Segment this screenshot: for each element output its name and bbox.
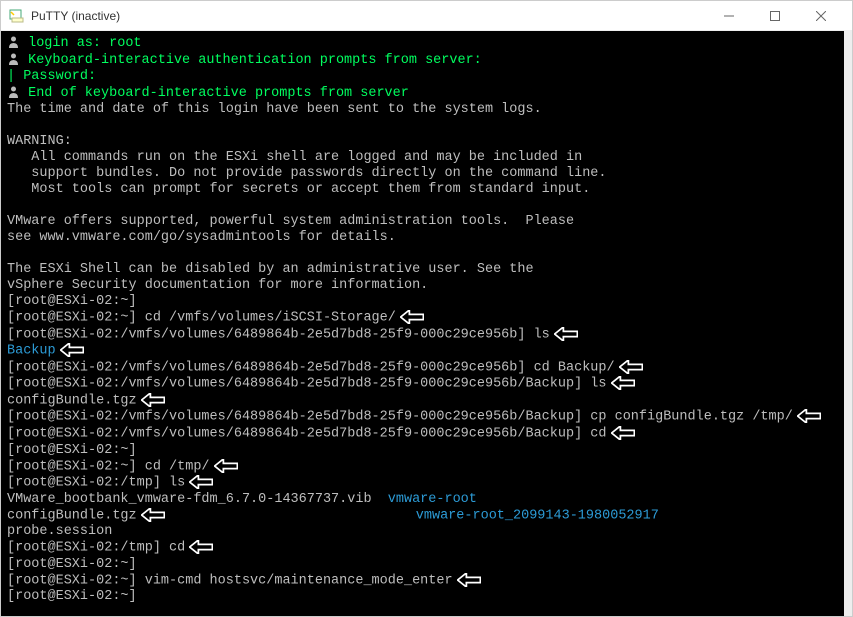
- close-button[interactable]: [798, 1, 844, 31]
- terminal-line: configBundle.tgz: [7, 393, 838, 410]
- terminal-line: [root@ESXi-02:~]: [7, 443, 838, 459]
- annotation-arrow-icon: [619, 360, 643, 374]
- terminal-text: support bundles. Do not provide password…: [7, 166, 607, 181]
- terminal-line: The ESXi Shell can be disabled by an adm…: [7, 262, 838, 278]
- terminal-line: support bundles. Do not provide password…: [7, 166, 838, 182]
- terminal-line: End of keyboard-interactive prompts from…: [7, 85, 838, 102]
- terminal-line: [root@ESXi-02:~] vim-cmd hostsvc/mainten…: [7, 573, 838, 590]
- terminal-text: [root@ESXi-02:/vmfs/volumes/6489864b-2e5…: [7, 327, 550, 342]
- user-icon: [7, 52, 20, 65]
- terminal-line: configBundle.tgz vmware-root_2099143-198…: [7, 508, 838, 525]
- terminal-text: [root@ESXi-02:/vmfs/volumes/6489864b-2e5…: [7, 410, 793, 425]
- terminal-text: probe.session: [7, 524, 112, 539]
- terminal-line: [root@ESXi-02:/vmfs/volumes/6489864b-2e5…: [7, 327, 838, 344]
- terminal-text: End of keyboard-interactive prompts from…: [20, 86, 409, 101]
- terminal-text: [165, 508, 416, 523]
- user-icon: [7, 85, 20, 98]
- annotation-arrow-icon: [554, 327, 578, 341]
- terminal-text: login as: root: [20, 36, 142, 51]
- terminal-line: [root@ESXi-02:/tmp] cd: [7, 540, 838, 557]
- terminal-area[interactable]: login as: root Keyboard-interactive auth…: [1, 31, 852, 616]
- terminal-text: [root@ESXi-02:~] vim-cmd hostsvc/mainten…: [7, 573, 453, 588]
- terminal-text: see www.vmware.com/go/sysadmintools for …: [7, 230, 396, 245]
- terminal-line: see www.vmware.com/go/sysadmintools for …: [7, 230, 838, 246]
- minimize-button[interactable]: [706, 1, 752, 31]
- terminal-text: vmware-root_2099143-1980052917: [416, 508, 659, 523]
- terminal-text: Backup: [7, 344, 56, 359]
- terminal-text: [root@ESXi-02:~]: [7, 589, 137, 604]
- terminal-text: All commands run on the ESXi shell are l…: [7, 150, 582, 165]
- annotation-arrow-icon: [457, 573, 481, 587]
- terminal-text: [root@ESXi-02:~]: [7, 443, 137, 458]
- terminal-text: VMware_bootbank_vmware-fdm_6.7.0-1436773…: [7, 492, 388, 507]
- terminal-text: configBundle.tgz: [7, 393, 137, 408]
- terminal-text: WARNING:: [7, 134, 72, 149]
- terminal-line: [root@ESXi-02:~]: [7, 557, 838, 573]
- terminal-line: [root@ESXi-02:~] cd /vmfs/volumes/iSCSI-…: [7, 310, 838, 327]
- terminal-line: VMware offers supported, powerful system…: [7, 214, 838, 230]
- terminal-line: | Password:: [7, 69, 838, 85]
- terminal-text: [root@ESXi-02:~] cd /tmp/: [7, 459, 210, 474]
- terminal-line: login as: root: [7, 35, 838, 52]
- terminal-line: [root@ESXi-02:~]: [7, 589, 838, 605]
- terminal-line: Backup: [7, 343, 838, 360]
- terminal-text: The time and date of this login have bee…: [7, 102, 542, 117]
- annotation-arrow-icon: [611, 376, 635, 390]
- terminal-line: probe.session: [7, 524, 838, 540]
- window-buttons: [706, 1, 844, 31]
- terminal-text: [root@ESXi-02:/tmp] cd: [7, 541, 185, 556]
- annotation-arrow-icon: [189, 475, 213, 489]
- terminal-line: Keyboard-interactive authentication prom…: [7, 52, 838, 69]
- user-icon: [7, 35, 20, 48]
- annotation-arrow-icon: [214, 459, 238, 473]
- terminal-line: [root@ESXi-02:/tmp] ls: [7, 475, 838, 492]
- terminal-line: vSphere Security documentation for more …: [7, 278, 838, 294]
- terminal-text: [root@ESXi-02:~]: [7, 294, 137, 309]
- terminal-line: [root@ESXi-02:/vmfs/volumes/6489864b-2e5…: [7, 360, 838, 377]
- terminal-line: The time and date of this login have bee…: [7, 102, 838, 118]
- terminal-text: [root@ESXi-02:~] cd /vmfs/volumes/iSCSI-…: [7, 311, 396, 326]
- maximize-button[interactable]: [752, 1, 798, 31]
- terminal-line: [7, 118, 838, 134]
- annotation-arrow-icon: [141, 508, 165, 522]
- annotation-arrow-icon: [60, 343, 84, 357]
- titlebar[interactable]: PuTTY (inactive): [1, 1, 852, 31]
- terminal-text: Keyboard-interactive authentication prom…: [20, 53, 482, 68]
- terminal-text: configBundle.tgz: [7, 508, 137, 523]
- terminal-line: [root@ESXi-02:/vmfs/volumes/6489864b-2e5…: [7, 409, 838, 426]
- terminal-line: VMware_bootbank_vmware-fdm_6.7.0-1436773…: [7, 492, 838, 508]
- terminal-line: [root@ESXi-02:~] cd /tmp/: [7, 459, 838, 476]
- window-title: PuTTY (inactive): [31, 9, 706, 23]
- annotation-arrow-icon: [141, 393, 165, 407]
- annotation-arrow-icon: [797, 409, 821, 423]
- putty-window: PuTTY (inactive) login as: root Keyboard…: [0, 0, 853, 617]
- terminal-line: All commands run on the ESXi shell are l…: [7, 150, 838, 166]
- terminal-text: [root@ESXi-02:/tmp] ls: [7, 476, 185, 491]
- terminal-text: vmware-root: [388, 492, 477, 507]
- terminal-text: vSphere Security documentation for more …: [7, 278, 428, 293]
- terminal-text: [root@ESXi-02:~]: [7, 557, 137, 572]
- terminal-line: Most tools can prompt for secrets or acc…: [7, 182, 838, 198]
- terminal-line: [7, 246, 838, 262]
- annotation-arrow-icon: [189, 540, 213, 554]
- annotation-arrow-icon: [611, 426, 635, 440]
- terminal-text: [root@ESXi-02:/vmfs/volumes/6489864b-2e5…: [7, 377, 607, 392]
- terminal-text: | Password:: [7, 69, 96, 84]
- putty-icon: [9, 8, 25, 24]
- terminal-line: [root@ESXi-02:/vmfs/volumes/6489864b-2e5…: [7, 376, 838, 393]
- terminal-line: [7, 198, 838, 214]
- terminal-text: [root@ESXi-02:/vmfs/volumes/6489864b-2e5…: [7, 360, 615, 375]
- terminal-text: Most tools can prompt for secrets or acc…: [7, 182, 590, 197]
- terminal-text: The ESXi Shell can be disabled by an adm…: [7, 262, 534, 277]
- terminal-line: [root@ESXi-02:/vmfs/volumes/6489864b-2e5…: [7, 426, 838, 443]
- annotation-arrow-icon: [400, 310, 424, 324]
- terminal-line: WARNING:: [7, 134, 838, 150]
- terminal-text: [7, 246, 15, 261]
- terminal-text: VMware offers supported, powerful system…: [7, 214, 574, 229]
- terminal-text: [7, 118, 15, 133]
- terminal-text: [root@ESXi-02:/vmfs/volumes/6489864b-2e5…: [7, 427, 607, 442]
- terminal-line: [root@ESXi-02:~]: [7, 294, 838, 310]
- terminal-text: [7, 198, 15, 213]
